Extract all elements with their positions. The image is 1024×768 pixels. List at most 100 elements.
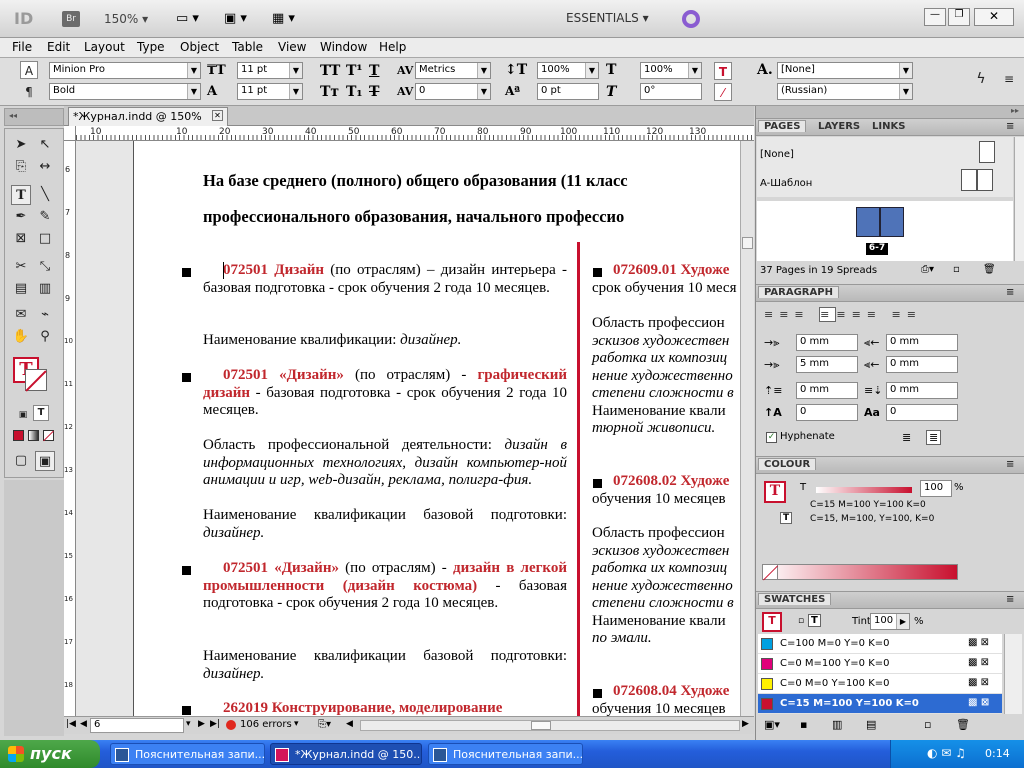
swatch-row[interactable]: C=0 M=0 Y=100 K=0 ▩ ⊠ (758, 674, 1002, 694)
menu-object[interactable]: Object (180, 40, 219, 54)
rectangle-frame-tool-icon[interactable]: ⊠ (11, 229, 31, 249)
menu-type[interactable]: Type (137, 40, 165, 54)
swatch-tint-field[interactable]: 100 ▶ (870, 613, 910, 630)
workspace-switcher[interactable]: ESSENTIALS ▾ (566, 11, 649, 25)
eyedropper-tool-icon[interactable]: ⌁ (35, 305, 55, 325)
master-right-thumb[interactable] (977, 169, 993, 191)
clock[interactable]: 0:14 (985, 747, 1010, 760)
preflight-menu-icon[interactable]: ▾ (294, 719, 299, 729)
tab-pages[interactable]: PAGES (758, 120, 807, 132)
panel-menu-icon[interactable]: ≡ (1006, 121, 1014, 132)
text-fill-icon[interactable]: T (714, 62, 732, 80)
swatch-row[interactable]: C=100 M=0 Y=0 K=0 ▩ ⊠ (758, 634, 1002, 654)
hyphenate-checkbox[interactable]: ✓ (766, 432, 777, 443)
leading-field[interactable]: 11 pt ▼ (237, 83, 303, 100)
default-colors-icon[interactable]: ▣ (13, 405, 33, 425)
cs-live-icon[interactable] (682, 10, 700, 28)
menu-help[interactable]: Help (379, 40, 406, 54)
hand-tool-icon[interactable]: ✋ (11, 327, 31, 347)
tray-icons[interactable]: ◐ ✉ ♫ (927, 746, 966, 760)
paragraph-panel-header[interactable]: PARAGRAPH ≡ (756, 284, 1024, 302)
right-indent-field[interactable]: 0 mm (886, 334, 958, 351)
last-line-indent-field[interactable]: 0 mm (886, 356, 958, 373)
strikethrough-icon[interactable]: T (369, 84, 379, 100)
apply-gradient-icon[interactable] (28, 430, 39, 441)
type-tool-icon[interactable]: T (11, 185, 31, 205)
vertical-scrollbar[interactable] (740, 141, 754, 716)
pen-tool-icon[interactable]: ✒ (11, 207, 31, 227)
gap-tool-icon[interactable]: ↔ (35, 157, 55, 177)
dock-header[interactable]: ▸▸ (756, 106, 1024, 118)
align-to-grid-off-icon[interactable]: ≣ (902, 431, 911, 444)
panel-menu-icon[interactable]: ≡ (1006, 459, 1014, 470)
last-page-button[interactable]: ▶| (210, 719, 220, 729)
a-master-label[interactable]: A-Шаблон (760, 178, 812, 189)
swatch-fill-icon[interactable]: T (762, 612, 782, 632)
view-options-button[interactable]: ▭ ▾ (176, 11, 210, 27)
menu-window[interactable]: Window (320, 40, 367, 54)
panel-menu-icon[interactable]: ≡ (1000, 70, 1018, 88)
panel-menu-icon[interactable]: ≡ (1006, 287, 1014, 298)
colour-ramp[interactable] (762, 564, 958, 580)
ruler-origin[interactable] (64, 126, 76, 141)
colour-panel-header[interactable]: COLOUR ≡ (756, 456, 1024, 474)
space-after-field[interactable]: 0 mm (886, 382, 958, 399)
next-page-button[interactable]: ▶ (198, 719, 205, 729)
tab-links[interactable]: LINKS (872, 121, 905, 132)
vertical-scale-field[interactable]: 100% ▼ (537, 62, 599, 79)
stroke-color-icon[interactable] (25, 369, 47, 392)
none-swatch-icon[interactable] (762, 564, 778, 581)
tab-swatches[interactable]: SWATCHES (758, 593, 832, 605)
scissors-tool-icon[interactable]: ✂ (11, 257, 31, 277)
show-all-swatches-icon[interactable]: ▣▾ (764, 718, 780, 731)
direct-selection-tool-icon[interactable]: ↖ (35, 135, 55, 155)
tools-panel-header[interactable]: ◂◂ (4, 108, 64, 126)
skew-field[interactable]: 0° (640, 83, 702, 100)
none-master-label[interactable]: [None] (760, 149, 794, 160)
baseline-shift-field[interactable]: 0 pt (537, 83, 599, 100)
open-in-bridge-icon[interactable]: ⎘▾ (318, 719, 331, 730)
drop-cap-chars-field[interactable]: 0 (886, 404, 958, 421)
note-tool-icon[interactable]: ✉ (11, 305, 31, 325)
restore-button[interactable]: ❐ (948, 8, 970, 26)
taskbar-item-2[interactable]: *Журнал.indd @ 150... (270, 743, 422, 765)
apply-none-icon[interactable] (43, 430, 54, 442)
swatch-container-icon[interactable]: ▫ (798, 616, 804, 626)
gradient-feather-tool-icon[interactable]: ▥ (35, 279, 55, 299)
scroll-left-button[interactable]: ◀ (346, 719, 353, 729)
tracking-field[interactable]: 0 ▼ (415, 83, 491, 100)
page-6-thumb[interactable] (856, 207, 880, 237)
page-size-icon[interactable]: ⎙▾ (921, 264, 934, 275)
taskbar-item-3[interactable]: Пояснительная запи... (428, 743, 583, 765)
show-color-swatches-icon[interactable]: ▪ (800, 718, 807, 731)
master-left-thumb[interactable] (961, 169, 977, 191)
preview-mode-icon[interactable]: ▣ (35, 451, 55, 471)
swatch-row-selected[interactable]: C=15 M=100 Y=100 K=0 ▩ ⊠ (758, 694, 1002, 714)
taskbar-item-1[interactable]: Пояснительная запи... (110, 743, 265, 765)
vertical-ruler[interactable]: 6 7 8 9 10 11 12 13 14 15 16 17 18 (64, 141, 76, 716)
character-style-field[interactable]: [None] ▼ (777, 62, 913, 79)
pages-scrollbar[interactable] (1014, 137, 1024, 261)
zoom-tool-icon[interactable]: ⚲ (35, 327, 55, 347)
tab-paragraph[interactable]: PARAGRAPH (758, 286, 839, 298)
horizontal-scrollbar[interactable] (360, 720, 740, 731)
scrollbar-thumb[interactable] (742, 237, 753, 249)
menu-edit[interactable]: Edit (47, 40, 70, 54)
swatch-row[interactable]: C=0 M=100 Y=0 K=0 ▩ ⊠ (758, 654, 1002, 674)
colour-fill-icon[interactable]: T (764, 481, 786, 503)
panel-menu-icon[interactable]: ≡ (1006, 594, 1014, 605)
drop-cap-lines-field[interactable]: 0 (796, 404, 858, 421)
lightning-icon[interactable]: ϟ (972, 70, 990, 88)
screen-mode-button[interactable]: ▣ ▾ (224, 11, 258, 27)
space-before-field[interactable]: 0 mm (796, 382, 858, 399)
delete-page-icon[interactable]: 🗑 (983, 264, 996, 275)
preflight-errors[interactable]: 106 errors (240, 719, 292, 730)
normal-view-icon[interactable]: ▢ (11, 451, 31, 471)
page-menu-icon[interactable]: ▾ (186, 719, 191, 729)
pencil-tool-icon[interactable]: ✎ (35, 207, 55, 227)
minimize-button[interactable]: — (924, 8, 946, 26)
font-style-field[interactable]: Bold ▼ (49, 83, 201, 100)
start-button[interactable]: пуск (0, 740, 100, 768)
first-page-button[interactable]: |◀ (66, 719, 76, 729)
tint-field[interactable]: 100 (920, 480, 952, 497)
